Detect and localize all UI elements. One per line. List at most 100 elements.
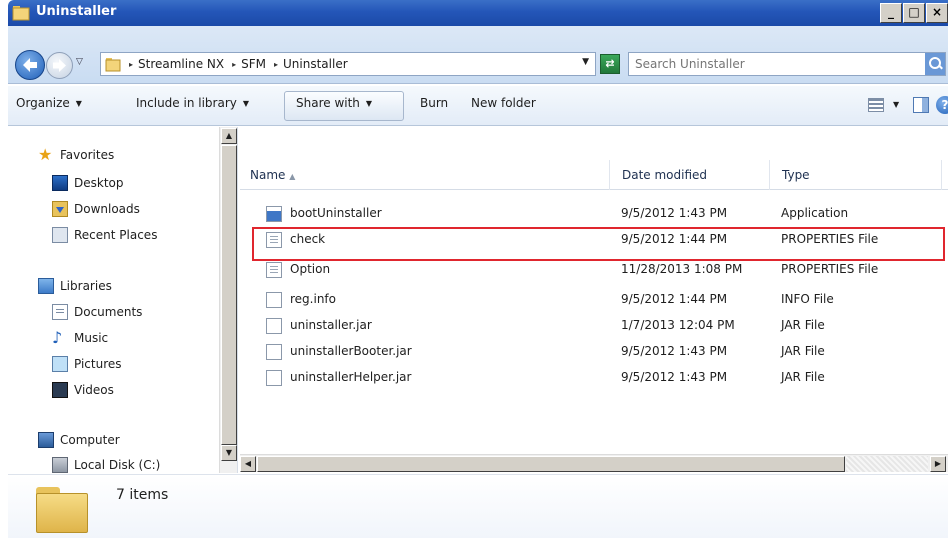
file-type: JAR File [781,370,825,384]
column-header-date[interactable]: Date modified [612,160,770,190]
nav-item-desktop[interactable]: Desktop [52,175,124,191]
scroll-down-icon[interactable]: ▼ [221,445,237,461]
table-row[interactable]: Option 11/28/2013 1:08 PM PROPERTIES Fil… [240,257,948,283]
nav-item-documents[interactable]: Documents [52,304,142,320]
chevron-right-icon: ▸ [129,59,134,69]
scrollbar-thumb[interactable] [257,456,845,472]
forward-button[interactable] [46,52,73,79]
file-type: PROPERTIES File [781,232,879,246]
table-row[interactable]: uninstaller.jar 1/7/2013 12:04 PM JAR Fi… [240,313,948,339]
view-options-icon[interactable] [868,98,884,112]
details-pane: 7 items [8,474,948,538]
table-row[interactable]: uninstallerBooter.jar 9/5/2012 1:43 PM J… [240,339,948,365]
scroll-left-icon[interactable]: ◀ [240,456,256,472]
nav-item-favorites[interactable]: ★ Favorites [38,147,114,163]
help-icon[interactable]: ? [936,96,948,114]
scroll-right-icon[interactable]: ▶ [930,456,946,472]
breadcrumb-item[interactable]: ▸ SFM [232,57,266,71]
chevron-down-icon[interactable]: ▼ [893,100,899,109]
chevron-down-icon: ▼ [75,98,82,108]
folder-icon [12,6,30,21]
file-type: Application [781,206,849,220]
file-date: 9/5/2012 1:43 PM [621,206,728,220]
column-header-type[interactable]: Type [772,160,942,190]
file-type: INFO File [781,292,834,306]
file-name: reg.info [290,292,336,306]
search-box[interactable] [628,52,946,76]
pictures-icon [52,356,68,372]
downloads-icon [52,201,68,217]
music-icon: ♪ [52,328,63,347]
table-row[interactable]: check 9/5/2012 1:44 PM PROPERTIES File [240,227,948,253]
new-folder-button[interactable]: New folder [471,96,536,110]
column-header-name[interactable]: Name ▲ [240,160,610,190]
file-date: 9/5/2012 1:44 PM [621,292,728,306]
breadcrumb-item[interactable]: ▸ Uninstaller [274,57,348,71]
nav-item-computer[interactable]: Computer [38,432,120,448]
organize-button[interactable]: Organize ▼ [16,96,82,110]
sort-ascending-icon: ▲ [289,172,296,181]
folder-icon [105,58,121,72]
chevron-down-icon[interactable]: ▼ [582,57,589,67]
include-in-library-button[interactable]: Include in library ▼ [136,96,249,110]
maximize-button[interactable]: □ [903,3,925,23]
refresh-button[interactable]: ⇄ [600,54,620,74]
breadcrumb[interactable]: ▸ Streamline NX ▸ SFM ▸ Uninstaller ▼ [100,52,596,76]
horizontal-scrollbar[interactable]: ◀ ▶ [240,454,948,472]
share-with-button[interactable]: Share with ▼ [296,96,372,110]
nav-item-videos[interactable]: Videos [52,382,114,398]
file-list: Name ▲ Date modified Type bootUninstalle… [240,127,948,457]
nav-item-pictures[interactable]: Pictures [52,356,122,372]
recent-places-icon [52,227,68,243]
close-button[interactable]: × [926,3,948,23]
file-name: uninstaller.jar [290,318,372,332]
column-headers: Name ▲ Date modified Type [240,160,948,190]
nav-scrollbar[interactable]: ▲ ▼ [219,127,237,473]
star-icon: ★ [38,145,53,164]
chevron-right-icon: ▸ [274,59,279,69]
title-bar[interactable]: Uninstaller _ □ × [8,0,948,26]
search-icon[interactable] [925,53,945,75]
nav-item-local-disk[interactable]: Local Disk (C:) [52,457,160,473]
file-name: uninstallerHelper.jar [290,370,412,384]
breadcrumb-item[interactable]: ▸ Streamline NX [129,57,224,71]
table-row[interactable]: uninstallerHelper.jar 9/5/2012 1:43 PM J… [240,365,948,391]
table-row[interactable]: bootUninstaller 9/5/2012 1:43 PM Applica… [240,201,948,227]
scrollbar-thumb[interactable] [221,145,237,445]
file-date: 9/5/2012 1:43 PM [621,370,728,384]
nav-item-libraries[interactable]: Libraries [38,278,112,294]
burn-button[interactable]: Burn [420,96,448,110]
properties-file-icon [266,262,282,278]
minimize-button[interactable]: _ [880,3,902,23]
file-date: 11/28/2013 1:08 PM [621,262,743,276]
nav-item-recent-places[interactable]: Recent Places [52,227,157,243]
nav-item-music[interactable]: ♪ Music [52,330,108,346]
search-input[interactable] [629,53,909,75]
desktop-icon [52,175,68,191]
file-icon [266,318,282,334]
application-icon [266,206,282,222]
file-date: 9/5/2012 1:44 PM [621,232,728,246]
chevron-down-icon: ▼ [365,98,373,108]
file-type: JAR File [781,344,825,358]
file-icon [266,292,282,308]
address-bar: ▽ ▸ Streamline NX ▸ SFM ▸ Uninstaller ▼ ⇄ [8,26,948,84]
back-button[interactable] [15,50,45,80]
file-icon [266,370,282,386]
preview-pane-icon[interactable] [913,97,929,113]
navigation-pane: ★ Favorites Desktop Downloads Recent Plac… [8,127,238,473]
table-row[interactable]: reg.info 9/5/2012 1:44 PM INFO File [240,287,948,313]
folder-icon [36,487,88,533]
scrollbar-track[interactable] [846,456,928,472]
file-name: uninstallerBooter.jar [290,344,412,358]
file-name: Option [290,262,331,276]
command-bar: Organize ▼ Include in library ▼ Share with… [8,86,948,126]
recent-pages-dropdown[interactable]: ▽ [76,57,83,67]
window-title: Uninstaller [36,4,117,19]
scroll-up-icon[interactable]: ▲ [221,128,237,144]
file-icon [266,344,282,360]
nav-item-downloads[interactable]: Downloads [52,201,140,217]
properties-file-icon [266,232,282,248]
file-date: 1/7/2013 12:04 PM [621,318,735,332]
libraries-icon [38,278,54,294]
